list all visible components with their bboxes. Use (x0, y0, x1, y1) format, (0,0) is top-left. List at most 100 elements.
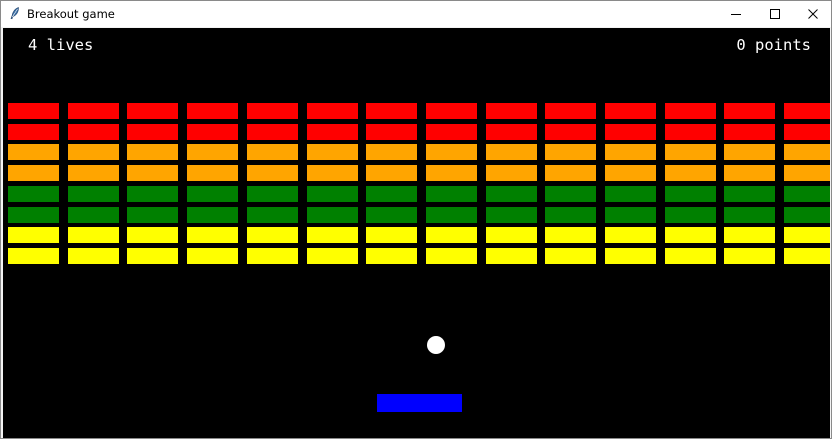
brick (126, 246, 180, 265)
points-counter: 0 points (736, 36, 811, 54)
brick (186, 226, 240, 245)
close-button[interactable] (793, 1, 832, 27)
paddle[interactable] (377, 394, 462, 412)
brick (7, 102, 60, 120)
brick (245, 102, 299, 120)
brick (66, 143, 120, 162)
brick (365, 164, 419, 183)
brick (783, 164, 830, 183)
brick (7, 246, 60, 265)
brick (245, 122, 299, 141)
brick (544, 184, 598, 203)
brick (424, 122, 478, 141)
brick (663, 143, 717, 162)
brick (723, 205, 777, 224)
brick (186, 184, 240, 203)
close-icon (808, 9, 818, 19)
brick (663, 226, 717, 245)
brick (723, 184, 777, 203)
brick (186, 164, 240, 183)
brick (66, 164, 120, 183)
brick (305, 122, 359, 141)
brick (7, 226, 60, 245)
brick (604, 102, 657, 120)
brick (245, 246, 299, 265)
brick (723, 164, 777, 183)
brick (186, 102, 240, 120)
brick (484, 246, 538, 265)
brick (245, 205, 299, 224)
brick (783, 143, 830, 162)
brick (604, 184, 657, 203)
brick (604, 164, 657, 183)
brick (783, 184, 830, 203)
brick (305, 226, 359, 245)
brick (544, 122, 598, 141)
brick (604, 205, 657, 224)
brick (66, 226, 120, 245)
feather-icon (10, 7, 19, 20)
brick (424, 184, 478, 203)
brick (126, 102, 180, 120)
brick (604, 122, 657, 141)
brick (305, 184, 359, 203)
brick (544, 246, 598, 265)
brick (723, 102, 777, 120)
brick (783, 226, 830, 245)
brick (484, 184, 538, 203)
brick (663, 122, 717, 141)
brick (604, 226, 657, 245)
brick (424, 246, 478, 265)
brick (66, 205, 120, 224)
brick (7, 205, 60, 224)
lives-counter: 4 lives (28, 36, 94, 54)
brick (66, 102, 120, 120)
brick (783, 122, 830, 141)
brick (245, 226, 299, 245)
brick (663, 102, 717, 120)
brick (365, 205, 419, 224)
brick (424, 164, 478, 183)
brick (66, 184, 120, 203)
minimize-button[interactable] (716, 1, 756, 27)
brick (365, 122, 419, 141)
maximize-icon (770, 9, 780, 19)
title-bar[interactable]: Breakout game (1, 1, 831, 27)
brick (484, 205, 538, 224)
brick (7, 184, 60, 203)
game-canvas[interactable]: 4 lives 0 points (3, 28, 830, 438)
brick (783, 205, 830, 224)
brick (245, 164, 299, 183)
brick (484, 102, 538, 120)
brick (245, 184, 299, 203)
brick (424, 143, 478, 162)
brick (663, 205, 717, 224)
brick (365, 102, 419, 120)
brick (7, 122, 60, 141)
ball (427, 336, 445, 354)
brick (484, 143, 538, 162)
brick (126, 205, 180, 224)
brick (663, 246, 717, 265)
brick (544, 226, 598, 245)
brick (126, 143, 180, 162)
minimize-icon (731, 14, 741, 15)
brick (365, 226, 419, 245)
brick (186, 205, 240, 224)
brick (126, 226, 180, 245)
brick (365, 246, 419, 265)
brick (305, 205, 359, 224)
brick (484, 226, 538, 245)
brick (723, 143, 777, 162)
maximize-button[interactable] (755, 1, 795, 27)
brick (723, 122, 777, 141)
brick (305, 102, 359, 120)
window-title: Breakout game (27, 7, 115, 21)
brick (186, 246, 240, 265)
brick (126, 122, 180, 141)
brick (663, 164, 717, 183)
brick (305, 164, 359, 183)
brick (7, 164, 60, 183)
brick (544, 102, 598, 120)
brick (365, 184, 419, 203)
